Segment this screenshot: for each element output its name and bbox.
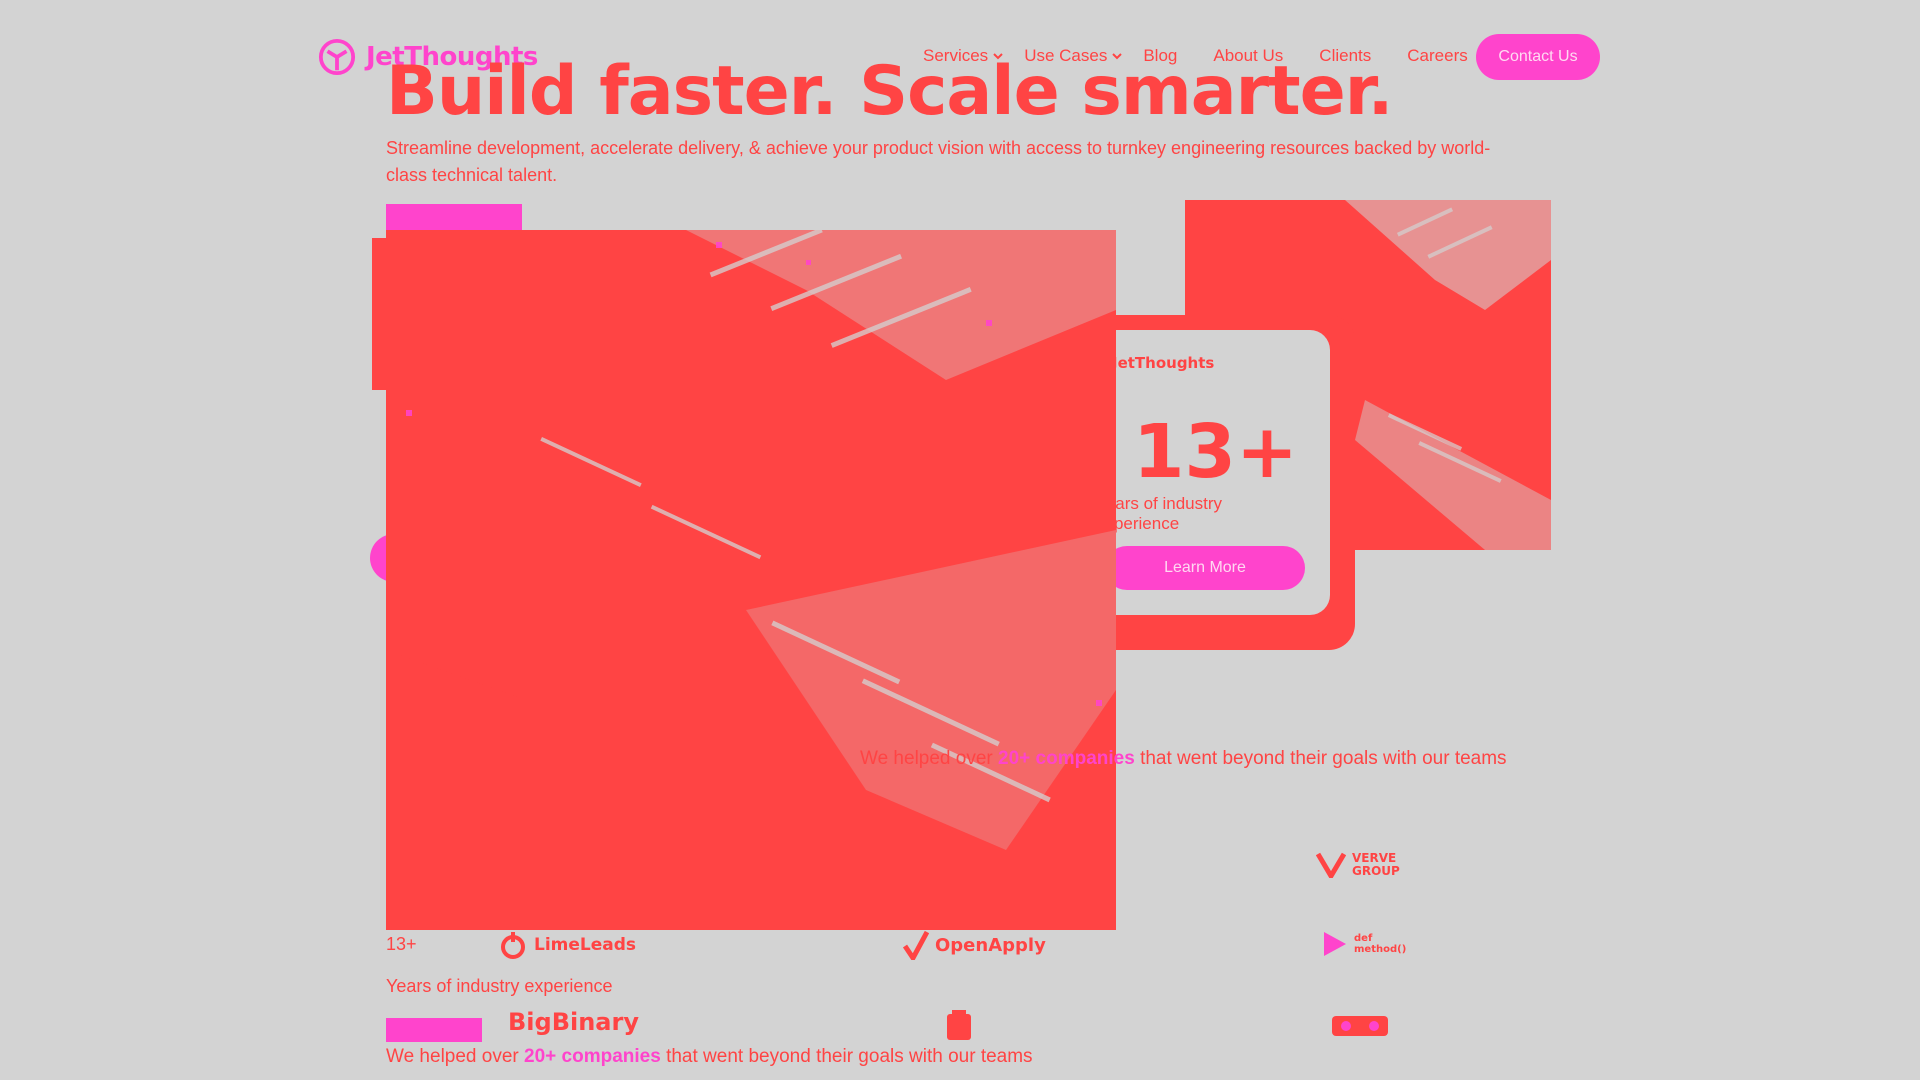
stat-label: Years of industry experience (386, 976, 613, 996)
stats-card-brand: JetThoughts (1112, 354, 1215, 372)
nav-careers[interactable]: Careers (1407, 46, 1467, 66)
helped-highlight: 20+ companies (998, 748, 1135, 769)
helped-statement: We helped over 20+ companies that went b… (386, 1046, 1033, 1068)
client-generic-logo-icon-2 (1332, 1016, 1388, 1036)
client-limeleads-logo: LimeLeads (498, 930, 636, 960)
stat-number: 13+ (386, 934, 417, 954)
helped-statement-secondary: We helped over 20+ companies that went b… (860, 748, 1507, 770)
contact-us-button[interactable]: Contact Us (1476, 34, 1600, 80)
client-generic-logo-icon (947, 1010, 971, 1040)
limeleads-icon (501, 932, 525, 959)
hero-title: Build faster. Scale smarter. (386, 52, 1393, 131)
helped-suffix: that went beyond their goals with our te… (1134, 748, 1507, 769)
hero-cta-placeholder[interactable] (386, 204, 522, 230)
hero-image-main (386, 230, 1116, 930)
helped-prefix: We helped over (860, 748, 999, 769)
client-openapply-name: OpenApply (935, 934, 1046, 956)
hero-subtitle: Streamline development, accelerate deliv… (386, 138, 1491, 185)
learn-more-button[interactable]: Learn More (1105, 546, 1305, 590)
stats-card-number: 13+ (1133, 409, 1298, 495)
stats-card-label: Years of industry experience (1096, 494, 1222, 533)
client-verve-logo: VERVE GROUP (1316, 852, 1408, 878)
client-bigbinary-name: BigBinary (508, 1008, 639, 1036)
logo-mark-icon (318, 38, 356, 76)
client-openapply-logo: OpenApply (903, 930, 1046, 960)
client-defmethod-name: def method() (1354, 933, 1407, 955)
client-defmethod-logo: def method() (1322, 930, 1407, 958)
nav-careers-label: Careers (1407, 46, 1468, 65)
defmethod-icon (1324, 932, 1346, 956)
helped-suffix: that went beyond their goals with our te… (660, 1046, 1033, 1067)
helped-prefix: We helped over (386, 1046, 525, 1067)
client-bigbinary-logo: BigBinary (508, 1008, 639, 1036)
helped-highlight: 20+ companies (524, 1046, 661, 1067)
client-verve-name: VERVE GROUP (1352, 851, 1400, 878)
openapply-icon (903, 930, 929, 960)
verve-icon (1316, 852, 1346, 878)
stat-cta-placeholder[interactable] (386, 1018, 482, 1042)
client-limeleads-name: LimeLeads (534, 935, 637, 955)
